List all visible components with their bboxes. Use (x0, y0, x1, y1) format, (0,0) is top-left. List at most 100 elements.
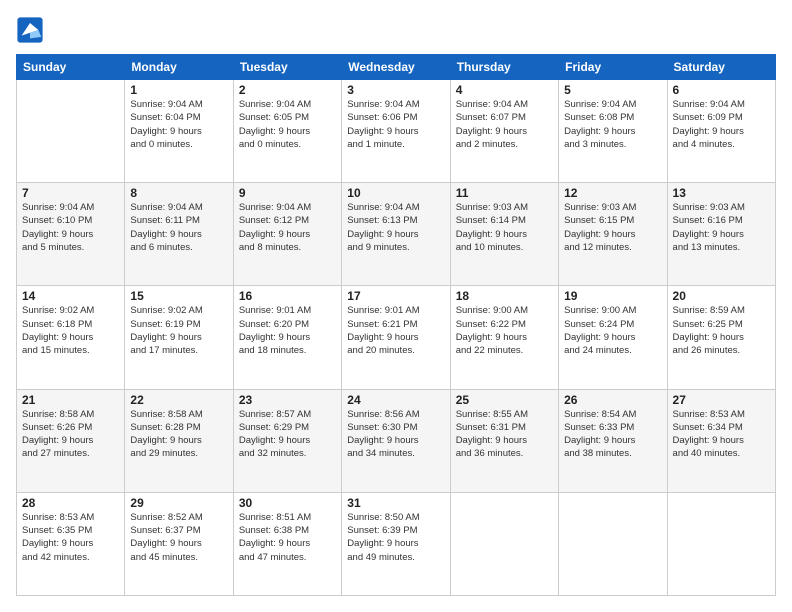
day-info: Sunrise: 9:04 AMSunset: 6:08 PMDaylight:… (564, 98, 661, 151)
day-info: Sunrise: 9:04 AMSunset: 6:04 PMDaylight:… (130, 98, 227, 151)
day-info: Sunrise: 8:55 AMSunset: 6:31 PMDaylight:… (456, 408, 553, 461)
calendar-cell (667, 492, 775, 595)
day-number: 12 (564, 186, 661, 200)
day-number: 13 (673, 186, 770, 200)
calendar-week-4: 28Sunrise: 8:53 AMSunset: 6:35 PMDayligh… (17, 492, 776, 595)
day-number: 31 (347, 496, 444, 510)
calendar-cell: 10Sunrise: 9:04 AMSunset: 6:13 PMDayligh… (342, 183, 450, 286)
day-number: 3 (347, 83, 444, 97)
day-number: 9 (239, 186, 336, 200)
day-number: 11 (456, 186, 553, 200)
calendar-cell: 5Sunrise: 9:04 AMSunset: 6:08 PMDaylight… (559, 80, 667, 183)
day-number: 26 (564, 393, 661, 407)
day-number: 23 (239, 393, 336, 407)
calendar-cell: 19Sunrise: 9:00 AMSunset: 6:24 PMDayligh… (559, 286, 667, 389)
calendar-cell: 17Sunrise: 9:01 AMSunset: 6:21 PMDayligh… (342, 286, 450, 389)
calendar-cell: 4Sunrise: 9:04 AMSunset: 6:07 PMDaylight… (450, 80, 558, 183)
day-info: Sunrise: 8:57 AMSunset: 6:29 PMDaylight:… (239, 408, 336, 461)
day-number: 4 (456, 83, 553, 97)
day-info: Sunrise: 9:02 AMSunset: 6:19 PMDaylight:… (130, 304, 227, 357)
col-header-monday: Monday (125, 55, 233, 80)
day-info: Sunrise: 8:58 AMSunset: 6:26 PMDaylight:… (22, 408, 119, 461)
calendar-cell: 15Sunrise: 9:02 AMSunset: 6:19 PMDayligh… (125, 286, 233, 389)
day-info: Sunrise: 8:59 AMSunset: 6:25 PMDaylight:… (673, 304, 770, 357)
calendar-cell (17, 80, 125, 183)
day-number: 29 (130, 496, 227, 510)
day-number: 25 (456, 393, 553, 407)
col-header-saturday: Saturday (667, 55, 775, 80)
calendar-cell (559, 492, 667, 595)
calendar-week-1: 7Sunrise: 9:04 AMSunset: 6:10 PMDaylight… (17, 183, 776, 286)
logo-icon (16, 16, 44, 44)
page: SundayMondayTuesdayWednesdayThursdayFrid… (0, 0, 792, 612)
day-info: Sunrise: 9:02 AMSunset: 6:18 PMDaylight:… (22, 304, 119, 357)
day-info: Sunrise: 9:04 AMSunset: 6:07 PMDaylight:… (456, 98, 553, 151)
day-number: 21 (22, 393, 119, 407)
col-header-tuesday: Tuesday (233, 55, 341, 80)
day-info: Sunrise: 8:51 AMSunset: 6:38 PMDaylight:… (239, 511, 336, 564)
calendar-table: SundayMondayTuesdayWednesdayThursdayFrid… (16, 54, 776, 596)
day-number: 18 (456, 289, 553, 303)
day-number: 14 (22, 289, 119, 303)
calendar-cell: 2Sunrise: 9:04 AMSunset: 6:05 PMDaylight… (233, 80, 341, 183)
day-number: 27 (673, 393, 770, 407)
day-info: Sunrise: 9:04 AMSunset: 6:13 PMDaylight:… (347, 201, 444, 254)
day-info: Sunrise: 9:03 AMSunset: 6:14 PMDaylight:… (456, 201, 553, 254)
calendar-header-row: SundayMondayTuesdayWednesdayThursdayFrid… (17, 55, 776, 80)
col-header-thursday: Thursday (450, 55, 558, 80)
day-info: Sunrise: 9:01 AMSunset: 6:21 PMDaylight:… (347, 304, 444, 357)
day-number: 16 (239, 289, 336, 303)
day-info: Sunrise: 8:58 AMSunset: 6:28 PMDaylight:… (130, 408, 227, 461)
calendar-week-3: 21Sunrise: 8:58 AMSunset: 6:26 PMDayligh… (17, 389, 776, 492)
day-info: Sunrise: 9:04 AMSunset: 6:11 PMDaylight:… (130, 201, 227, 254)
day-info: Sunrise: 9:00 AMSunset: 6:24 PMDaylight:… (564, 304, 661, 357)
calendar-cell: 27Sunrise: 8:53 AMSunset: 6:34 PMDayligh… (667, 389, 775, 492)
day-info: Sunrise: 8:56 AMSunset: 6:30 PMDaylight:… (347, 408, 444, 461)
calendar-cell: 23Sunrise: 8:57 AMSunset: 6:29 PMDayligh… (233, 389, 341, 492)
day-number: 15 (130, 289, 227, 303)
calendar-cell: 26Sunrise: 8:54 AMSunset: 6:33 PMDayligh… (559, 389, 667, 492)
calendar-cell: 11Sunrise: 9:03 AMSunset: 6:14 PMDayligh… (450, 183, 558, 286)
day-number: 7 (22, 186, 119, 200)
calendar-cell: 9Sunrise: 9:04 AMSunset: 6:12 PMDaylight… (233, 183, 341, 286)
calendar-cell: 31Sunrise: 8:50 AMSunset: 6:39 PMDayligh… (342, 492, 450, 595)
calendar-cell: 24Sunrise: 8:56 AMSunset: 6:30 PMDayligh… (342, 389, 450, 492)
calendar-cell: 30Sunrise: 8:51 AMSunset: 6:38 PMDayligh… (233, 492, 341, 595)
calendar-week-2: 14Sunrise: 9:02 AMSunset: 6:18 PMDayligh… (17, 286, 776, 389)
day-number: 28 (22, 496, 119, 510)
day-info: Sunrise: 9:03 AMSunset: 6:16 PMDaylight:… (673, 201, 770, 254)
day-number: 20 (673, 289, 770, 303)
calendar-cell: 25Sunrise: 8:55 AMSunset: 6:31 PMDayligh… (450, 389, 558, 492)
calendar-cell: 13Sunrise: 9:03 AMSunset: 6:16 PMDayligh… (667, 183, 775, 286)
calendar-cell: 12Sunrise: 9:03 AMSunset: 6:15 PMDayligh… (559, 183, 667, 286)
calendar-cell: 22Sunrise: 8:58 AMSunset: 6:28 PMDayligh… (125, 389, 233, 492)
day-info: Sunrise: 9:04 AMSunset: 6:06 PMDaylight:… (347, 98, 444, 151)
day-info: Sunrise: 9:03 AMSunset: 6:15 PMDaylight:… (564, 201, 661, 254)
day-number: 5 (564, 83, 661, 97)
day-number: 24 (347, 393, 444, 407)
day-info: Sunrise: 9:04 AMSunset: 6:10 PMDaylight:… (22, 201, 119, 254)
header (16, 16, 776, 44)
day-number: 22 (130, 393, 227, 407)
calendar-cell: 6Sunrise: 9:04 AMSunset: 6:09 PMDaylight… (667, 80, 775, 183)
calendar-cell: 21Sunrise: 8:58 AMSunset: 6:26 PMDayligh… (17, 389, 125, 492)
day-number: 1 (130, 83, 227, 97)
col-header-wednesday: Wednesday (342, 55, 450, 80)
day-info: Sunrise: 8:53 AMSunset: 6:34 PMDaylight:… (673, 408, 770, 461)
calendar-cell: 7Sunrise: 9:04 AMSunset: 6:10 PMDaylight… (17, 183, 125, 286)
day-info: Sunrise: 9:04 AMSunset: 6:05 PMDaylight:… (239, 98, 336, 151)
col-header-sunday: Sunday (17, 55, 125, 80)
calendar-cell: 18Sunrise: 9:00 AMSunset: 6:22 PMDayligh… (450, 286, 558, 389)
calendar-cell: 16Sunrise: 9:01 AMSunset: 6:20 PMDayligh… (233, 286, 341, 389)
day-info: Sunrise: 8:52 AMSunset: 6:37 PMDaylight:… (130, 511, 227, 564)
calendar-cell: 28Sunrise: 8:53 AMSunset: 6:35 PMDayligh… (17, 492, 125, 595)
day-info: Sunrise: 8:50 AMSunset: 6:39 PMDaylight:… (347, 511, 444, 564)
calendar-cell (450, 492, 558, 595)
day-number: 6 (673, 83, 770, 97)
day-number: 17 (347, 289, 444, 303)
day-info: Sunrise: 9:00 AMSunset: 6:22 PMDaylight:… (456, 304, 553, 357)
calendar-cell: 14Sunrise: 9:02 AMSunset: 6:18 PMDayligh… (17, 286, 125, 389)
logo (16, 16, 48, 44)
calendar-cell: 1Sunrise: 9:04 AMSunset: 6:04 PMDaylight… (125, 80, 233, 183)
day-info: Sunrise: 9:04 AMSunset: 6:09 PMDaylight:… (673, 98, 770, 151)
